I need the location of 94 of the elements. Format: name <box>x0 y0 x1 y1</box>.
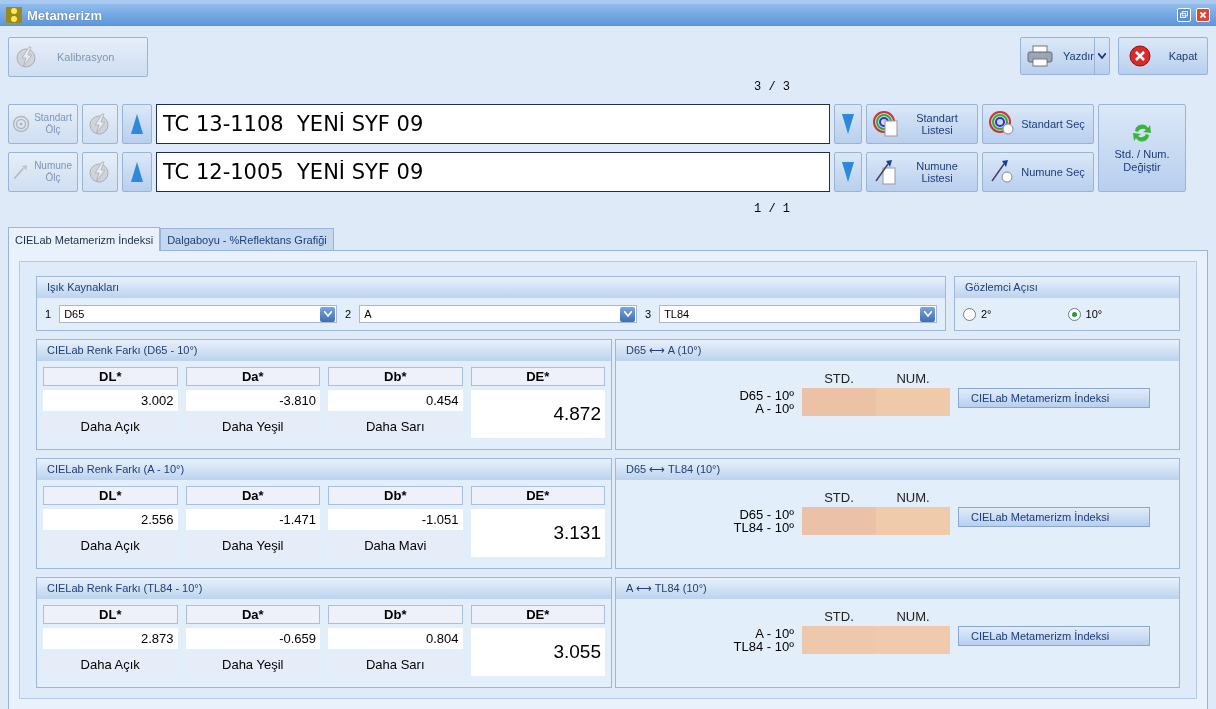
lightning-disc-icon <box>88 160 112 184</box>
swatch-label: NUM. <box>895 609 931 626</box>
printer-icon <box>1027 45 1053 67</box>
observer-radio[interactable]: 2° <box>963 307 992 321</box>
target-document-icon <box>873 111 899 137</box>
caret-icon <box>1098 53 1106 59</box>
column-header: Db* <box>328 367 463 386</box>
previous-button[interactable] <box>122 104 152 144</box>
triangle-up-icon <box>131 114 143 134</box>
chevron-down-icon <box>623 311 632 317</box>
column-header: DL* <box>43 486 178 505</box>
value-cell: -1.051 <box>328 509 463 530</box>
panel-title: CIELab Renk Farkı (TL84 - 10°) <box>47 582 203 594</box>
column-header: DE* <box>470 367 605 386</box>
value-cell: 2.556 <box>43 509 178 530</box>
source-index: 2 <box>345 308 352 320</box>
lightning-disc-icon <box>15 45 39 69</box>
swatch-label: NUM. <box>895 490 931 507</box>
illuminant-label: D65 - 10º <box>738 389 794 402</box>
column-header: Db* <box>328 605 463 624</box>
lightning-disc-icon <box>88 112 112 136</box>
column-header: Da* <box>185 486 320 505</box>
illuminant-label: A - 10º <box>754 402 794 415</box>
list-button[interactable]: Standart Listesi <box>866 104 978 144</box>
value-cell: 0.804 <box>328 628 463 649</box>
column-header: DE* <box>470 605 605 624</box>
panel-title: D65 ⟷ TL84 (10°) <box>626 463 721 475</box>
value-cell: 3.002 <box>43 390 178 411</box>
total-cell: 3.055 <box>470 628 605 676</box>
total-cell: 3.131 <box>470 509 605 557</box>
tab[interactable]: Dalgaboyu - %Reflektans Grafiği <box>160 228 334 250</box>
select-button[interactable]: Standart Seç <box>982 104 1094 144</box>
window-title: Metamerizm <box>27 7 103 23</box>
dart-magnifier-icon <box>989 159 1015 185</box>
light-source-dropdown[interactable]: TL84 <box>659 305 937 323</box>
observer-radio[interactable]: 10° <box>1067 307 1103 321</box>
record-counter: 3 / 3 <box>754 79 790 96</box>
swatch-label: STD. <box>823 490 855 507</box>
source-index: 1 <box>45 308 52 320</box>
print-button[interactable]: Yazdır <box>1020 37 1110 75</box>
record-counter: 1 / 1 <box>754 201 790 218</box>
total-cell: 4.872 <box>470 390 605 438</box>
triangle-up-icon <box>131 162 143 182</box>
value-cell: 0.454 <box>328 390 463 411</box>
close-icon[interactable] <box>1196 8 1210 22</box>
swap-button[interactable]: Std. / Num. Değiştir <box>1098 104 1186 192</box>
record-field[interactable]: TC 13-1108 YENİ SYF 09 <box>156 104 830 144</box>
metamerism-index-button[interactable]: CIELab Metamerizm İndeksi <box>958 507 1150 527</box>
column-header: Da* <box>185 367 320 386</box>
tab[interactable]: CIELab Metamerizm İndeksi <box>8 227 161 251</box>
panel-title: CIELab Renk Farkı (A - 10°) <box>47 463 185 475</box>
triangle-down-icon <box>842 114 854 134</box>
dart-document-icon <box>873 159 899 185</box>
illuminant-label: TL84 - 10º <box>732 521 794 534</box>
value-cell: 2.873 <box>43 628 178 649</box>
close-icon <box>1128 45 1151 67</box>
metamerism-index-button[interactable]: CIELab Metamerizm İndeksi <box>958 626 1150 646</box>
column-header: Da* <box>185 605 320 624</box>
select-button[interactable]: Numune Seç <box>982 152 1094 192</box>
illuminant-label: D65 - 10º <box>738 508 794 521</box>
panel-title: D65 ⟷ A (10°) <box>626 344 702 356</box>
swatch-label: STD. <box>823 609 855 626</box>
list-button[interactable]: Numune Listesi <box>866 152 978 192</box>
chevron-down-icon <box>323 311 332 317</box>
column-header: DL* <box>43 367 178 386</box>
triangle-down-icon <box>842 162 854 182</box>
panel-title: A ⟷ TL84 (10°) <box>626 582 707 594</box>
app-icon <box>6 7 22 23</box>
group-title: Gözlemci Açısı <box>965 281 1038 293</box>
source-index: 3 <box>645 308 652 320</box>
light-source-dropdown[interactable]: D65 <box>59 305 337 323</box>
close-button[interactable]: Kapat <box>1118 37 1208 75</box>
next-button[interactable] <box>834 152 862 192</box>
illuminant-label: A - 10º <box>754 627 794 640</box>
column-header: DE* <box>470 486 605 505</box>
column-header: Db* <box>328 486 463 505</box>
value-cell: -0.659 <box>185 628 320 649</box>
panel-title: CIELab Renk Farkı (D65 - 10°) <box>47 344 198 356</box>
light-source-dropdown[interactable]: A <box>359 305 637 323</box>
next-button[interactable] <box>834 104 862 144</box>
refresh-arrows-icon <box>1131 122 1153 144</box>
illuminant-label: TL84 - 10º <box>732 640 794 653</box>
swatch-label: STD. <box>823 371 855 388</box>
swatch-label: NUM. <box>895 371 931 388</box>
restore-icon[interactable] <box>1177 8 1191 22</box>
column-header: DL* <box>43 605 178 624</box>
chevron-down-icon <box>923 311 932 317</box>
value-cell: -3.810 <box>185 390 320 411</box>
value-cell: -1.471 <box>185 509 320 530</box>
target-magnifier-icon <box>989 111 1015 137</box>
group-title: Işık Kaynakları <box>47 281 120 293</box>
record-field[interactable]: TC 12-1005 YENİ SYF 09 <box>156 152 830 192</box>
previous-button[interactable] <box>122 152 152 192</box>
metamerism-index-button[interactable]: CIELab Metamerizm İndeksi <box>958 388 1150 408</box>
